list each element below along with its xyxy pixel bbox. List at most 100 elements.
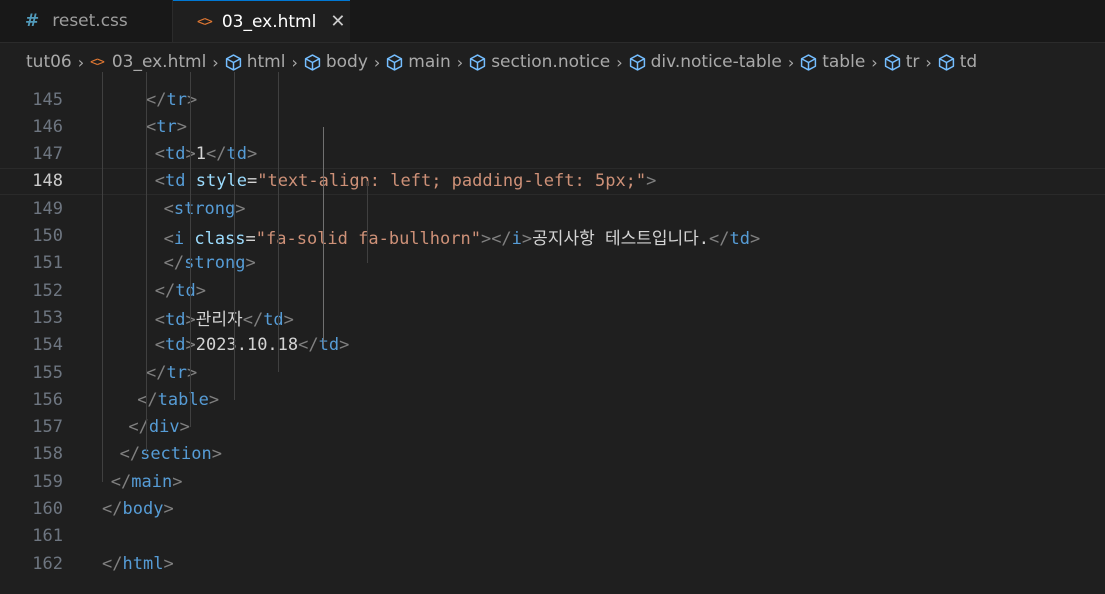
code-text: </section> bbox=[120, 444, 222, 464]
line-number: 146 bbox=[32, 116, 63, 137]
code-token-txt: 공지사항 테스트입니다. bbox=[532, 228, 710, 249]
code-line[interactable]: 149 <strong> bbox=[0, 195, 1105, 222]
code-token-str: "text-align: left; padding-left: 5px;" bbox=[257, 171, 647, 192]
code-line[interactable]: 145 </tr> bbox=[0, 86, 1105, 113]
code-text: </td> bbox=[155, 281, 206, 301]
code-token-tag: strong bbox=[184, 253, 246, 274]
tab-bar: # reset.css <> 03_ex.html ✕ bbox=[0, 0, 1105, 43]
code-line[interactable]: 161 bbox=[0, 523, 1105, 550]
code-line[interactable]: 148 <td style="text-align: left; padding-… bbox=[0, 167, 1105, 195]
code-line[interactable]: 159 </main> bbox=[0, 468, 1105, 495]
code-token-txt: 2023.10.18 bbox=[195, 335, 299, 356]
code-line[interactable]: 162 </html> bbox=[0, 550, 1105, 577]
code-line[interactable]: 146 <tr> bbox=[0, 113, 1105, 140]
code-line[interactable]: 156 </table> bbox=[0, 386, 1105, 413]
code-token-tag: div bbox=[148, 417, 180, 438]
breadcrumb-item[interactable]: tut06 bbox=[26, 52, 72, 72]
code-token-tag: td bbox=[165, 335, 186, 356]
code-token-eq: = bbox=[246, 171, 258, 192]
code-token-br: </ bbox=[709, 228, 730, 249]
breadcrumb-item[interactable]: table bbox=[800, 52, 865, 72]
code-token-tag: tr bbox=[166, 89, 187, 110]
breadcrumb-label: main bbox=[408, 52, 451, 72]
indent-guide bbox=[278, 72, 279, 373]
breadcrumb-label: div.notice-table bbox=[650, 52, 782, 72]
code-line[interactable]: 147<td>1</td> bbox=[0, 141, 1105, 168]
code-text: </table> bbox=[137, 390, 219, 410]
close-icon[interactable]: ✕ bbox=[330, 11, 345, 32]
code-token-br: > bbox=[163, 499, 174, 519]
breadcrumb-item[interactable]: <> 03_ex.html bbox=[90, 52, 206, 72]
code-token-br: > bbox=[245, 253, 256, 274]
code-line[interactable]: 150 <i class="fa-solid fa-bullhorn"></i>공… bbox=[0, 223, 1105, 250]
chevron-right-icon: › bbox=[456, 52, 464, 72]
code-text: <tr> bbox=[146, 117, 187, 137]
code-token-tag: table bbox=[157, 389, 209, 410]
code-token-br: > bbox=[176, 116, 187, 137]
code-token-br: </ bbox=[163, 253, 185, 274]
code-line[interactable]: 158 </section> bbox=[0, 441, 1105, 468]
code-token-str: "fa-solid fa-bullhorn" bbox=[255, 228, 481, 249]
element-cube-icon bbox=[629, 53, 651, 71]
tab-03-ex-html[interactable]: <> 03_ex.html ✕ bbox=[173, 0, 350, 42]
code-token-txt: 1 bbox=[195, 144, 207, 165]
code-token-br: > bbox=[283, 310, 294, 331]
breadcrumb-item[interactable]: main bbox=[386, 52, 451, 72]
code-token-br: > bbox=[195, 280, 207, 301]
line-number: 161 bbox=[32, 526, 63, 547]
code-line[interactable]: 151 </strong> bbox=[0, 250, 1105, 277]
code-token-br: </ bbox=[102, 553, 123, 574]
code-token-br: </ bbox=[242, 310, 264, 331]
code-token-br: > bbox=[211, 444, 222, 465]
breadcrumb-item[interactable]: body bbox=[304, 52, 368, 72]
code-token-tag: main bbox=[131, 471, 173, 492]
code-token-attr: class bbox=[194, 228, 246, 249]
line-number: 148 bbox=[32, 171, 63, 192]
code-line[interactable]: 154<td>2023.10.18</td> bbox=[0, 332, 1105, 359]
code-token-br: > bbox=[247, 144, 258, 165]
indent-guide bbox=[102, 72, 103, 482]
breadcrumb-item[interactable]: div.notice-table bbox=[629, 52, 782, 72]
code-line[interactable]: 160 </body> bbox=[0, 496, 1105, 523]
indent-guide bbox=[190, 72, 191, 427]
code-line[interactable]: 155 </tr> bbox=[0, 359, 1105, 386]
code-token-tag: tr bbox=[156, 116, 177, 137]
code-line[interactable]: 157 </div> bbox=[0, 414, 1105, 441]
line-number: 160 bbox=[32, 499, 63, 519]
code-line[interactable]: 152 </td> bbox=[0, 277, 1105, 304]
code-token-br: </ bbox=[110, 471, 132, 492]
code-token-tag: td bbox=[226, 144, 247, 165]
breadcrumb-label: table bbox=[822, 52, 866, 72]
code-line[interactable]: 153<td>관리자</td> bbox=[0, 304, 1105, 331]
breadcrumb-item[interactable]: td bbox=[938, 52, 977, 72]
line-number: 147 bbox=[32, 144, 63, 165]
line-number: 157 bbox=[32, 417, 63, 438]
indent-guide bbox=[323, 126, 324, 345]
line-number: 149 bbox=[32, 198, 63, 219]
line-number: 158 bbox=[32, 444, 63, 465]
code-token-br: </ bbox=[146, 89, 167, 110]
breadcrumb-label: tr bbox=[905, 52, 920, 72]
breadcrumb-item[interactable]: html bbox=[225, 52, 285, 72]
code-token-br: </ bbox=[154, 280, 176, 301]
breadcrumb-item[interactable]: tr bbox=[884, 52, 920, 72]
breadcrumb: tut06 › <> 03_ex.html › html › body › main › sectio… bbox=[0, 43, 1105, 81]
css-file-icon: # bbox=[25, 11, 40, 31]
tab-label: reset.css bbox=[52, 11, 128, 31]
html-file-icon: <> bbox=[90, 54, 105, 70]
breadcrumb-label: section.notice bbox=[491, 52, 611, 72]
line-number: 152 bbox=[32, 280, 63, 301]
tab-reset-css[interactable]: # reset.css bbox=[0, 0, 173, 42]
code-text: </html> bbox=[102, 554, 174, 574]
line-number: 162 bbox=[32, 553, 63, 574]
code-text: <td>관리자</td> bbox=[155, 305, 294, 330]
code-token-br: > bbox=[208, 389, 220, 410]
code-text: </main> bbox=[111, 472, 183, 492]
html-file-icon: <> bbox=[197, 13, 213, 30]
code-editor[interactable]: 145</tr> 146 <tr> 147<td>1</td>148<td style… bbox=[0, 72, 1105, 594]
element-cube-icon bbox=[386, 53, 408, 71]
chevron-right-icon: › bbox=[616, 52, 623, 72]
breadcrumb-item[interactable]: section.notice bbox=[469, 52, 610, 72]
breadcrumb-label: 03_ex.html bbox=[111, 52, 207, 72]
code-token-br: </ bbox=[206, 144, 227, 165]
